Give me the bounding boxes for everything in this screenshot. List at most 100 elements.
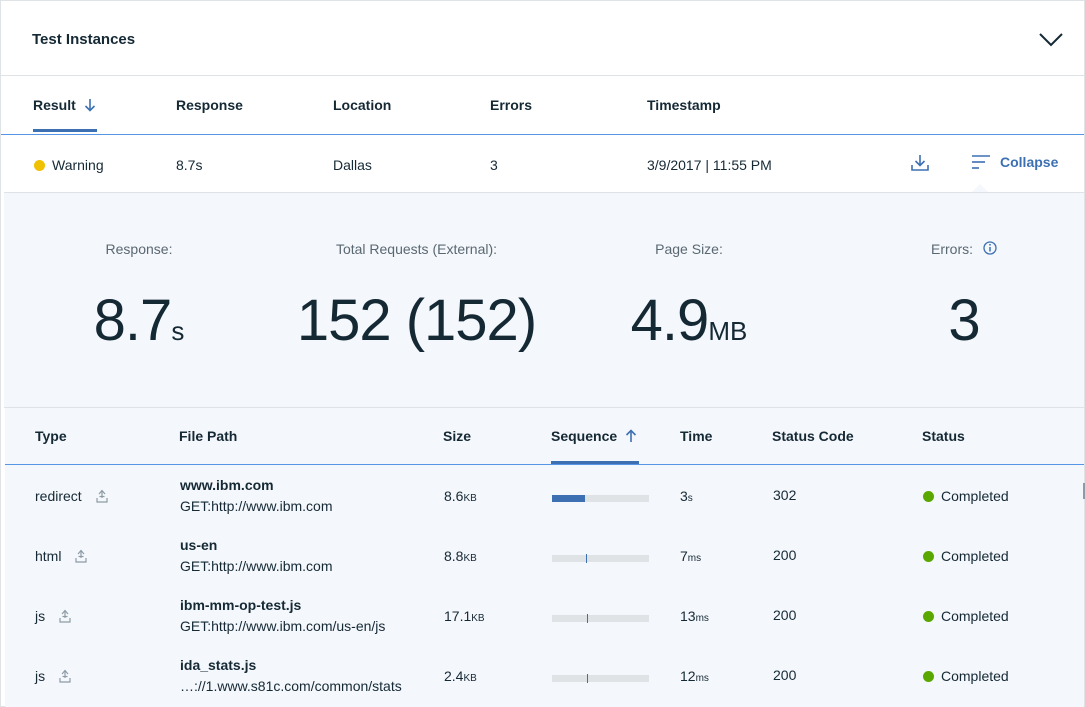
chevron-down-icon[interactable]: [1037, 29, 1065, 49]
stat-requests-value: 152 (152): [296, 288, 537, 353]
sequence-marker: [587, 614, 588, 623]
row-time: 13ms: [680, 608, 709, 624]
table-row[interactable]: js ida_stats.js …://1.www.s81c.com/commo…: [5, 645, 1084, 705]
request-type-icon: [59, 609, 71, 623]
row-time-value: 13: [680, 608, 696, 624]
success-status-dot: [923, 611, 934, 622]
sequence-marker: [586, 554, 587, 563]
row-size: 8.6KB: [444, 488, 477, 504]
row-status-label: Completed: [941, 488, 1009, 504]
col-sequence-label: Sequence: [551, 428, 618, 444]
stat-requests-label: Total Requests (External):: [335, 241, 498, 257]
row-type: html: [35, 548, 88, 564]
row-size: 8.8KB: [444, 548, 477, 564]
stat-errors-label-text: Errors:: [931, 241, 973, 257]
success-status-dot: [923, 551, 934, 562]
success-status-dot: [923, 671, 934, 682]
row-time-unit: ms: [687, 553, 702, 564]
stat-response-label: Response:: [105, 241, 173, 257]
row-size-unit: KB: [471, 613, 485, 624]
row-status: Completed: [923, 548, 1009, 564]
row-time: 3s: [680, 488, 693, 504]
col-sequence[interactable]: Sequence: [551, 428, 637, 444]
row-size-unit: KB: [463, 553, 477, 564]
result-location: Dallas: [333, 157, 372, 173]
stat-response-unit: s: [171, 316, 185, 346]
results-table-header: Result Response Location Errors Timestam…: [1, 77, 1084, 135]
row-status-label: Completed: [941, 548, 1009, 564]
sort-indicator-bar: [551, 461, 639, 464]
stat-response: Response: 8.7s: [64, 241, 214, 354]
row-file-url: …://1.www.s81c.com/common/stats: [180, 678, 402, 694]
stat-page-size: Page Size: 4.9MB: [614, 241, 764, 354]
stat-page-size-label: Page Size:: [655, 241, 723, 257]
sequence-marker: [587, 674, 588, 683]
row-size-value: 2.4: [444, 668, 464, 684]
stat-errors-value: 3: [948, 288, 980, 353]
col-status-code[interactable]: Status Code: [772, 428, 854, 444]
col-timestamp[interactable]: Timestamp: [647, 97, 721, 113]
row-status-label: Completed: [941, 608, 1009, 624]
sequence-bar: [552, 674, 649, 683]
row-status-code: 302: [773, 487, 797, 503]
stat-page-size-unit: MB: [708, 316, 748, 346]
collapse-label: Collapse: [1000, 154, 1059, 170]
row-file-url: GET:http://www.ibm.com: [180, 498, 333, 514]
row-type-label: html: [35, 548, 62, 564]
result-timestamp: 3/9/2017 | 11:55 PM: [647, 157, 772, 173]
row-size-value: 17.1: [444, 608, 472, 624]
col-type[interactable]: Type: [35, 428, 67, 444]
row-file-name: www.ibm.com: [180, 477, 274, 493]
col-result-label: Result: [33, 97, 76, 113]
col-location[interactable]: Location: [333, 97, 391, 113]
request-type-icon: [75, 549, 88, 563]
row-status-code: 200: [773, 667, 797, 683]
row-size-value: 8.6: [444, 488, 464, 504]
col-size[interactable]: Size: [443, 428, 471, 444]
result-errors: 3: [490, 157, 498, 173]
col-time[interactable]: Time: [680, 428, 712, 444]
row-time-unit: s: [687, 493, 693, 504]
row-type-label: js: [35, 668, 46, 684]
row-size-value: 8.8: [444, 548, 464, 564]
row-type: js: [35, 608, 71, 624]
row-status: Completed: [923, 608, 1009, 624]
col-file-path[interactable]: File Path: [179, 428, 237, 444]
result-response: 8.7s: [176, 157, 203, 173]
stat-page-size-number: 4.9: [630, 288, 710, 353]
download-icon[interactable]: [910, 153, 930, 173]
row-file-name: ibm-mm-op-test.js: [180, 597, 302, 613]
result-status: Warning: [34, 157, 104, 173]
info-icon[interactable]: [983, 241, 997, 255]
row-file-url: GET:http://www.ibm.com: [180, 558, 333, 574]
row-file-url: GET:http://www.ibm.com/us-en/js: [180, 618, 386, 634]
row-file-name: us-en: [180, 537, 218, 553]
requests-table-body: redirect www.ibm.com GET:http://www.ibm.…: [5, 465, 1084, 707]
row-status: Completed: [923, 488, 1009, 504]
stat-page-size-value: 4.9MB: [614, 287, 764, 354]
row-size: 2.4KB: [444, 668, 477, 684]
row-status: Completed: [923, 668, 1009, 684]
arrow-up-icon: [626, 429, 637, 442]
col-status[interactable]: Status: [922, 428, 965, 444]
table-row[interactable]: redirect www.ibm.com GET:http://www.ibm.…: [5, 465, 1084, 525]
row-time-value: 3: [680, 488, 688, 504]
table-row[interactable]: js ibm-mm-op-test.js GET:http://www.ibm.…: [5, 585, 1084, 645]
col-result[interactable]: Result: [33, 97, 96, 113]
collapse-lines-icon: [972, 155, 990, 169]
col-response[interactable]: Response: [176, 97, 243, 113]
test-instances-panel: Test Instances Result Response Location …: [0, 0, 1085, 707]
stat-requests: Total Requests (External): 152 (152): [294, 241, 539, 354]
sequence-bar: [552, 554, 649, 563]
result-row[interactable]: Warning 8.7s Dallas 3 3/9/2017 | 11:55 P…: [1, 136, 1084, 192]
sort-indicator-bar: [33, 129, 97, 132]
panel-title: Test Instances: [32, 31, 136, 48]
stat-response-number: 8.7: [93, 288, 173, 353]
panel-header: Test Instances: [1, 1, 1084, 76]
row-time: 12ms: [680, 668, 709, 684]
col-errors[interactable]: Errors: [490, 97, 532, 113]
row-time-value: 12: [680, 668, 696, 684]
collapse-button[interactable]: Collapse: [971, 153, 1058, 171]
table-row[interactable]: html us-en GET:http://www.ibm.com 8.8KB …: [5, 525, 1084, 585]
row-file-name: ida_stats.js: [180, 657, 257, 673]
